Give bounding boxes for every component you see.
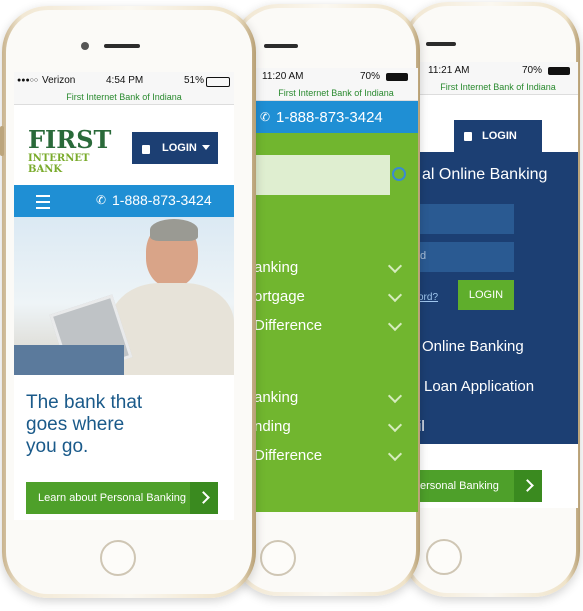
login-label: LOGIN: [162, 142, 197, 154]
menu-item-label: anking: [254, 389, 299, 406]
phone-icon: ✆: [96, 193, 107, 207]
phone-2-screen: 11:20 AM 70% First Internet Bank of Indi…: [254, 68, 418, 512]
phone-2-speaker: [264, 44, 298, 48]
learn-personal-banking-label: Learn about Personal Banking: [38, 492, 186, 504]
phone-1: ●●●○○ Verizon 4:54 PM 51% First Internet…: [0, 6, 256, 598]
person-hair: [150, 219, 198, 241]
phone-number: 1-888-873-3424: [276, 109, 383, 126]
forgot-password-link[interactable]: ord?: [418, 292, 438, 303]
camera-icon: [81, 42, 89, 50]
person-shirt: [110, 283, 234, 375]
site-header: FIRST INTERNET BANK LOGIN: [14, 105, 234, 185]
link-loan-application[interactable]: Loan Application: [424, 378, 534, 395]
lock-icon: [464, 132, 472, 141]
battery-level: 70%: [521, 65, 542, 76]
lock-icon: [142, 145, 150, 154]
url-text: First Internet Bank of Indiana: [278, 88, 394, 98]
url-bar[interactable]: First Internet Bank of Indiana: [254, 86, 418, 101]
phone-icon: ✆: [260, 110, 271, 124]
menu-item-4[interactable]: anking: [254, 388, 418, 406]
battery-level: 70%: [359, 71, 380, 82]
menu-item-label: anking: [254, 259, 299, 276]
carrier: Verizon: [42, 75, 76, 86]
menu-item-2[interactable]: ortgage: [254, 287, 418, 305]
login-tab[interactable]: LOGIN: [454, 120, 542, 152]
battery-icon: [206, 77, 230, 87]
phone-1-speaker: [104, 44, 140, 48]
username-field[interactable]: [418, 204, 514, 234]
chevron-right-icon: [190, 482, 218, 514]
menu-item-label: Difference: [254, 447, 323, 464]
link-online-banking[interactable]: Online Banking: [422, 338, 524, 355]
online-banking-heading: al Online Banking: [422, 166, 548, 183]
chevron-down-icon: [387, 388, 403, 404]
menu-item-1[interactable]: anking: [254, 258, 418, 276]
login-label: LOGIN: [482, 130, 517, 142]
url-text: First Internet Bank of Indiana: [440, 82, 556, 92]
url-bar[interactable]: First Internet Bank of Indiana: [14, 90, 234, 105]
phone-3-home-button[interactable]: [426, 539, 462, 575]
battery-icon: [548, 67, 570, 75]
menu-item-6[interactable]: Difference: [254, 446, 418, 464]
logo-first: FIRST: [28, 125, 112, 154]
password-placeholder: d: [420, 250, 427, 262]
phone-3: 11:21 AM 70% First Internet Bank of Indi…: [402, 2, 580, 597]
phone-1-home-button[interactable]: [100, 540, 136, 576]
menu-item-3[interactable]: Difference: [254, 316, 418, 334]
login-submit-button[interactable]: LOGIN: [458, 280, 514, 310]
login-button[interactable]: LOGIN: [132, 132, 218, 164]
bank-logo[interactable]: FIRST INTERNET BANK: [28, 125, 114, 176]
chevron-down-icon: [387, 316, 403, 332]
chevron-down-icon: [387, 287, 403, 303]
phone-2: 11:20 AM 70% First Internet Bank of Indi…: [232, 4, 420, 596]
chevron-down-icon: [387, 258, 403, 274]
battery-icon: [386, 73, 408, 81]
status-time: 11:21 AM: [428, 65, 470, 76]
phone-3-screen: 11:21 AM 70% First Internet Bank of Indi…: [418, 62, 578, 508]
status-time: 11:20 AM: [262, 71, 304, 82]
nav-menu: anking ortgage Difference anking nding D…: [254, 133, 418, 512]
search-bar[interactable]: [254, 155, 406, 195]
logo-internet-bank: INTERNET BANK: [28, 153, 90, 175]
chevron-right-icon: [514, 470, 542, 502]
signal-icon: ●●●○○: [17, 77, 39, 84]
personal-banking-label: ersonal Banking: [420, 480, 499, 492]
chevron-down-icon: [387, 446, 403, 462]
phone-3-speaker: [426, 42, 456, 46]
menu-item-label: ortgage: [254, 288, 305, 305]
chevron-down-icon: [387, 417, 403, 433]
learn-personal-banking-button[interactable]: Learn about Personal Banking: [26, 482, 218, 514]
volume-button: [0, 126, 4, 156]
status-time: 4:54 PM: [106, 75, 144, 86]
phone-bar[interactable]: ✆ 1-888-873-3424: [254, 101, 418, 133]
search-icon[interactable]: [392, 167, 406, 181]
url-bar[interactable]: First Internet Bank of Indiana: [418, 80, 578, 95]
status-bar: ●●●○○ Verizon 4:54 PM 51%: [14, 72, 234, 90]
hero-headline: The bank that goes where you go.: [26, 392, 143, 457]
status-bar: 11:21 AM 70%: [418, 62, 578, 80]
menu-item-label: nding: [254, 418, 291, 435]
phone-2-home-button[interactable]: [260, 540, 296, 576]
person-jeans: [14, 345, 124, 375]
phone-bar: ✆ 1-888-873-3424: [14, 185, 234, 217]
login-panel: al Online Banking d ord? LOGIN Online Ba…: [418, 152, 578, 444]
caret-down-icon: [202, 145, 210, 150]
hamburger-menu-icon[interactable]: [36, 195, 50, 209]
url-text: First Internet Bank of Indiana: [66, 92, 182, 102]
menu-item-label: Difference: [254, 317, 323, 334]
password-field[interactable]: d: [418, 242, 514, 272]
battery-level: 51%: [183, 75, 204, 86]
personal-banking-button[interactable]: ersonal Banking: [418, 470, 542, 502]
status-bar: 11:20 AM 70%: [254, 68, 418, 86]
phone-number[interactable]: 1-888-873-3424: [112, 192, 212, 208]
menu-item-5[interactable]: nding: [254, 417, 418, 435]
phone-1-screen: ●●●○○ Verizon 4:54 PM 51% First Internet…: [14, 72, 234, 520]
hero-image: [14, 217, 234, 375]
